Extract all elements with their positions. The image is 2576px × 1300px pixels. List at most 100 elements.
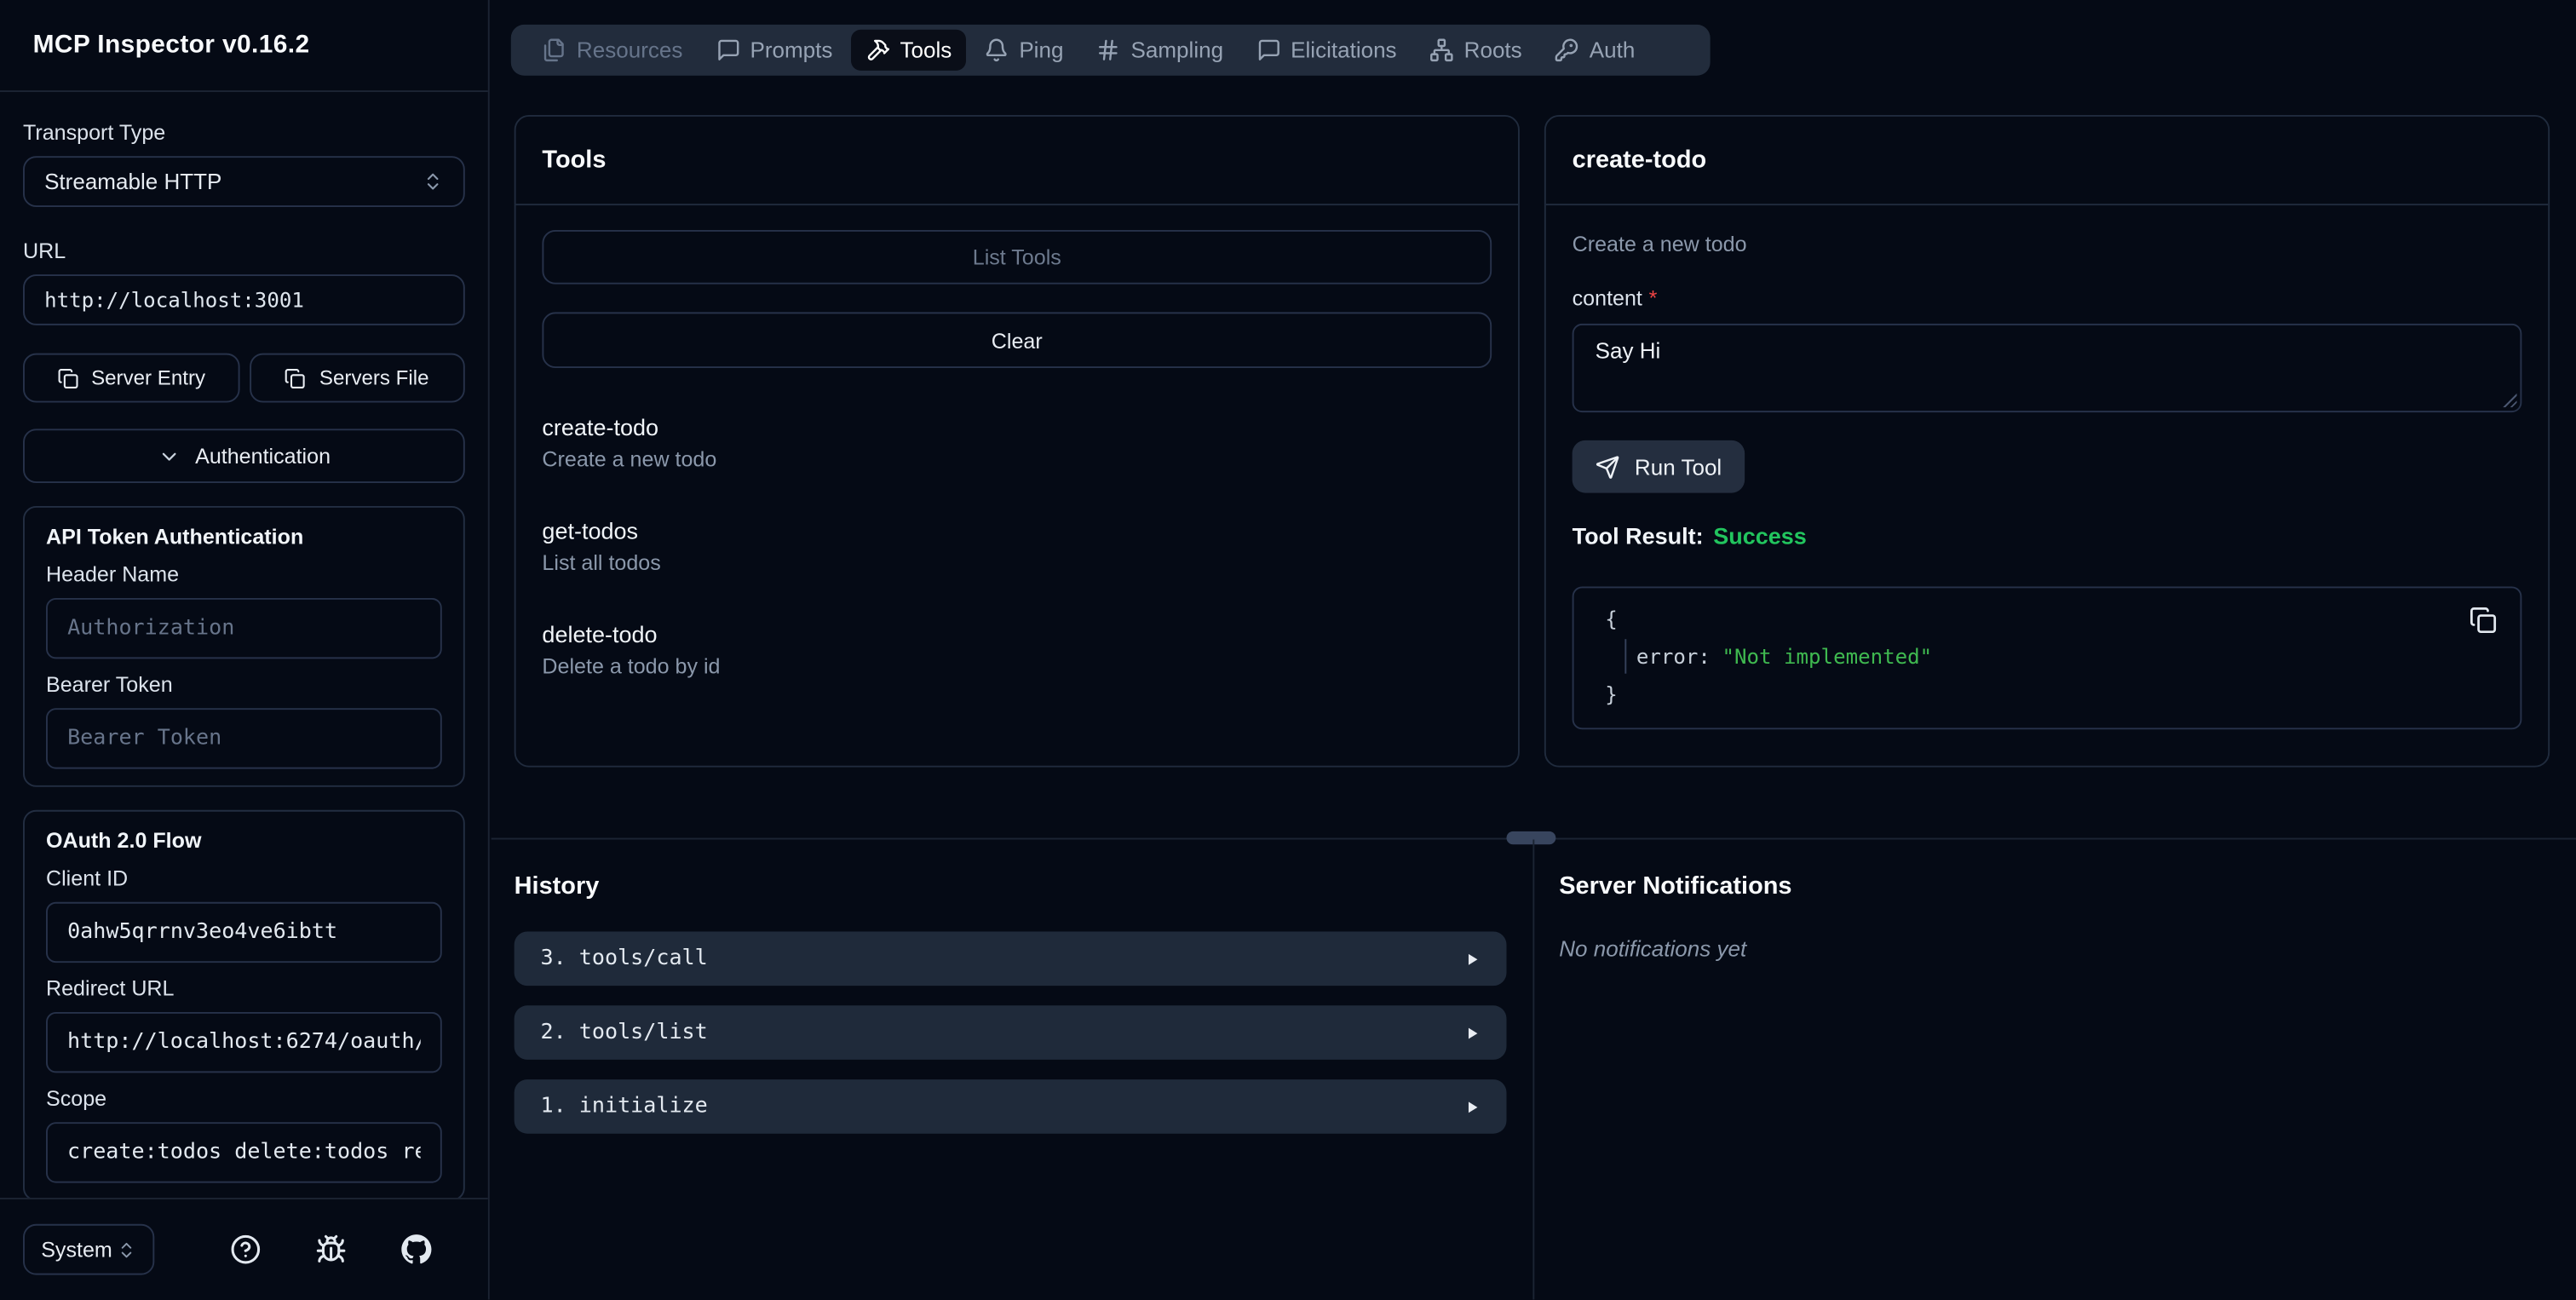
tool-result-line: Tool Result: Success <box>1573 519 2522 552</box>
servers-file-label: Servers File <box>319 366 429 390</box>
redirect-url-input[interactable] <box>45 1011 442 1073</box>
message-square-icon <box>1256 37 1281 62</box>
tool-list-item[interactable]: delete-todo Delete a todo by id <box>542 619 1492 682</box>
content-label-text: content <box>1572 285 1642 311</box>
tab-label: Ping <box>1019 37 1064 63</box>
tab-label: Sampling <box>1130 37 1224 63</box>
header-name-input[interactable] <box>45 597 442 659</box>
servers-file-button[interactable]: Servers File <box>249 353 465 403</box>
expand-caret-icon <box>1463 1098 1480 1114</box>
chevron-down-icon <box>158 445 181 468</box>
header-name-label: Header Name <box>45 561 180 587</box>
tab-label: Auth <box>1589 37 1636 63</box>
json-close-brace: } <box>1605 682 1618 707</box>
bearer-token-input[interactable] <box>45 708 442 769</box>
server-entry-label: Server Entry <box>91 366 206 390</box>
bearer-token-label: Bearer Token <box>45 671 173 697</box>
json-error-line: error: "Not implemented" <box>1605 637 2454 675</box>
tool-list-item[interactable]: get-todos List all todos <box>542 516 1492 578</box>
tab-resources[interactable]: Resources <box>527 30 698 71</box>
send-icon <box>1596 454 1620 479</box>
tool-name: create-todo <box>542 413 659 440</box>
screen: MCP Inspector v0.16.2 Transport Type Str… <box>0 0 2576 1300</box>
history-title: History <box>514 872 600 900</box>
tab-label: Prompts <box>750 37 833 63</box>
sidebar-header: MCP Inspector v0.16.2 <box>0 0 488 92</box>
tab-label: Tools <box>900 37 952 63</box>
history-entry-tools-call[interactable]: 3. tools/call <box>514 931 1507 987</box>
json-key: error: <box>1636 643 1711 669</box>
tool-name: delete-todo <box>542 620 658 647</box>
chevrons-up-down-icon <box>423 171 444 193</box>
expand-caret-icon <box>1463 1024 1480 1040</box>
history-entry-tools-list[interactable]: 2. tools/list <box>514 1005 1507 1060</box>
hash-icon <box>1096 37 1121 62</box>
url-label: URL <box>22 238 66 263</box>
splitter-drag-handle[interactable] <box>1506 831 1556 845</box>
tools-panel-title: Tools <box>515 117 1518 206</box>
history-entry-initialize[interactable]: 1. initialize <box>514 1079 1507 1134</box>
run-tool-label: Run Tool <box>1634 454 1722 480</box>
tool-detail-body: Create a new todo content * Say Hi Run To… <box>1546 205 2548 754</box>
tools-panel-body: List Tools Clear create-todo Create a ne… <box>516 205 1518 706</box>
transport-type-value: Streamable HTTP <box>44 169 222 194</box>
clear-button[interactable]: Clear <box>542 312 1492 368</box>
run-tool-button[interactable]: Run Tool <box>1572 440 1745 493</box>
key-icon <box>1555 37 1579 62</box>
main-tabbar: Resources Prompts Tools Ping Sampling El… <box>510 24 1711 76</box>
server-notifications-title: Server Notifications <box>1559 872 1792 900</box>
theme-select[interactable]: System <box>22 1223 155 1275</box>
content-field-label: content * <box>1573 286 2522 313</box>
help-icon[interactable] <box>230 1234 262 1265</box>
scope-input[interactable] <box>45 1122 442 1183</box>
vertical-splitter <box>1532 839 1535 1300</box>
hammer-icon <box>865 37 890 62</box>
footer-icons <box>230 1234 432 1265</box>
oauth-flow-section: OAuth 2.0 Flow Client ID Redirect URL Sc… <box>22 809 465 1199</box>
theme-select-value: System <box>41 1237 112 1263</box>
tab-ping[interactable]: Ping <box>969 30 1078 71</box>
no-notifications-text: No notifications yet <box>1559 936 1747 962</box>
tab-sampling[interactable]: Sampling <box>1082 30 1239 71</box>
oauth-flow-title: OAuth 2.0 Flow <box>45 827 202 853</box>
github-icon[interactable] <box>401 1234 433 1265</box>
history-entry-label: 3. tools/call <box>540 946 708 971</box>
copy-icon <box>57 367 78 388</box>
files-icon <box>542 37 566 62</box>
authentication-toggle-label: Authentication <box>195 443 331 469</box>
url-input[interactable] <box>22 274 465 325</box>
api-token-auth-title: API Token Authentication <box>45 524 304 549</box>
transport-type-select[interactable]: Streamable HTTP <box>22 156 465 207</box>
json-open-brace: { <box>1605 606 1618 631</box>
tool-result-label: Tool Result: <box>1572 522 1704 549</box>
list-tools-button[interactable]: List Tools <box>542 229 1492 285</box>
tab-auth[interactable]: Auth <box>1540 30 1650 71</box>
tab-roots[interactable]: Roots <box>1415 30 1537 71</box>
content-textarea[interactable]: Say Hi <box>1572 323 2522 413</box>
mcp-inspector-app: MCP Inspector v0.16.2 Transport Type Str… <box>0 0 2576 1300</box>
server-entry-button[interactable]: Server Entry <box>22 353 239 403</box>
sidebar-footer: System <box>0 1197 488 1300</box>
transport-type-label: Transport Type <box>22 119 166 145</box>
tool-description: Create a new todo <box>542 446 717 472</box>
tool-detail-panel: create-todo Create a new todo content * S… <box>1544 114 2550 768</box>
tab-elicitations[interactable]: Elicitations <box>1241 30 1412 71</box>
bug-icon[interactable] <box>315 1234 347 1265</box>
client-id-label: Client ID <box>45 866 129 891</box>
network-icon <box>1429 37 1454 62</box>
tool-description: List all todos <box>542 550 661 575</box>
copy-icon <box>285 367 306 388</box>
tab-label: Roots <box>1463 37 1522 63</box>
sidebar: MCP Inspector v0.16.2 Transport Type Str… <box>0 0 490 1300</box>
copy-result-button[interactable] <box>2470 607 2498 635</box>
tab-prompts[interactable]: Prompts <box>701 30 848 71</box>
tab-tools[interactable]: Tools <box>850 29 967 71</box>
authentication-toggle[interactable]: Authentication <box>22 429 465 483</box>
client-id-input[interactable] <box>45 901 442 963</box>
history-entry-label: 1. initialize <box>540 1094 708 1119</box>
message-square-icon <box>716 37 740 62</box>
tool-detail-title: create-todo <box>1545 117 2549 206</box>
json-string-value: "Not implemented" <box>1722 643 1933 669</box>
config-copy-buttons: Server Entry Servers File <box>22 353 465 403</box>
tool-list-item[interactable]: create-todo Create a new todo <box>542 412 1492 475</box>
